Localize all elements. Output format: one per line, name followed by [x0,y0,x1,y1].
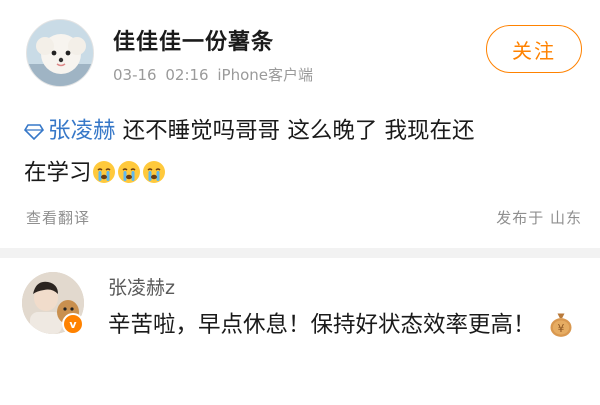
svg-text:¥: ¥ [557,323,564,335]
crying-face-icon [142,161,165,183]
post-date: 03-16 02:16 [113,66,209,84]
reply-body: 辛苦啦，早点休息！保持好状态效率更高！ [108,312,536,338]
mention-link[interactable]: 张凌赫 [24,118,116,144]
content-line1: 还不睡觉吗哥哥 这么晚了 我现在还 [115,118,475,144]
content-line2: 在学习 [24,160,92,186]
dog-avatar-icon [27,20,93,86]
translate-link[interactable]: 查看翻译 [26,207,90,228]
section-divider [0,248,600,258]
post-source: iPhone客户端 [217,66,314,84]
diamond-icon [24,124,44,140]
post-location: 发布于 山东 [496,209,582,227]
money-bag-icon: ¥ [550,313,572,337]
reply-username[interactable]: 张凌赫z [108,273,175,300]
mention-name: 张凌赫 [48,118,116,144]
post-meta: 03-16 02:16 iPhone客户端 [113,64,313,85]
follow-button[interactable]: 关注 [486,25,582,73]
crying-face-icon [92,161,115,183]
poster-avatar[interactable] [26,19,94,87]
verified-badge-icon: v [62,313,84,335]
poster-username[interactable]: 佳佳佳一份薯条 [113,24,274,56]
reply-text: 辛苦啦，早点休息！保持好状态效率更高！ ¥ [108,303,588,347]
post-content: 张凌赫 还不睡觉吗哥哥 这么晚了 我现在还 在学习 [24,110,584,194]
post-header: 佳佳佳一份薯条 03-16 02:16 iPhone客户端 关注 [0,0,600,100]
crying-face-icon [117,161,140,183]
